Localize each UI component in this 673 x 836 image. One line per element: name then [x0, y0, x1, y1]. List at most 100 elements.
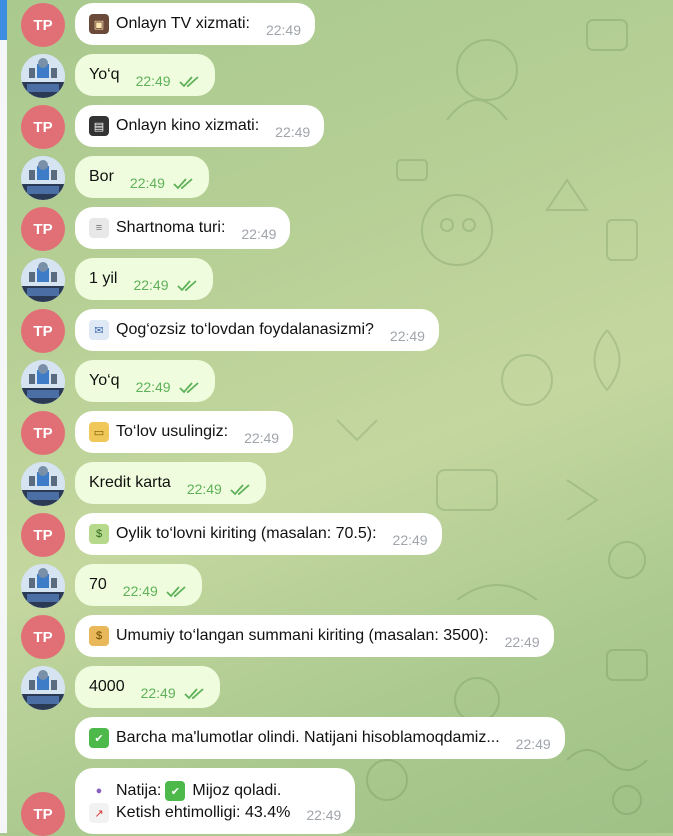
message-bubble[interactable]: 1 yil 22:49 [75, 258, 213, 300]
message-text: Barcha ma'lumotlar olindi. Natijani hiso… [116, 729, 500, 746]
incoming-message-row: TP✔Barcha ma'lumotlar olindi. Natijani h… [0, 717, 673, 767]
message-time: 22:49 [122, 583, 158, 599]
message-bubble[interactable]: 4000 22:49 [75, 666, 220, 708]
outgoing-message-row: Yo‘q 22:49 [0, 54, 673, 104]
message-bubble[interactable]: ✔ Barcha ma'lumotlar olindi. Natijani his… [75, 717, 565, 759]
message-bubble[interactable]: ✉ Qog‘ozsiz to‘lovdan foydalanasizmi? 22:4… [75, 309, 439, 351]
outgoing-message-row: Yo‘q 22:49 [0, 360, 673, 410]
incoming-message-row: TP ▭ To‘lov usulingiz: 22:49 [0, 411, 673, 461]
message-time: 22:49 [135, 73, 171, 89]
clapper-icon: ▤ [89, 116, 109, 136]
message-time: 22:49 [133, 277, 169, 293]
chart-icon: ↗ [89, 803, 109, 823]
message-bubble[interactable]: Yo‘q 22:49 [75, 54, 215, 96]
message-text: Yo‘q [89, 372, 120, 389]
outgoing-message-row: Bor 22:49 [0, 156, 673, 206]
check-mark-icon: ✔ [89, 728, 109, 748]
message-text: To‘lov usulingiz: [116, 423, 229, 440]
message-text: Natija: [116, 782, 162, 799]
message-bubble[interactable]: ● Natija: ✔ Mijoz qoladi. ↗ Ketish ehtimollig… [75, 768, 356, 834]
message-text: 4000 [89, 678, 125, 695]
message-text: Umumiy to‘langan summani kiriting (masal… [116, 627, 489, 644]
incoming-message-row: TP $ Umumiy to‘langan summani kiriting (ma… [0, 615, 673, 665]
message-bubble[interactable]: $ Umumiy to‘langan summani kiriting (masa… [75, 615, 554, 657]
message-bubble[interactable]: ▣ Onlayn TV xizmati: 22:49 [75, 3, 316, 45]
message-text: Onlayn kino xizmati: [116, 117, 260, 134]
incoming-message-row: TP ▤ Onlayn kino xizmati: 22:49 [0, 105, 673, 155]
message-time: 22:49 [140, 685, 176, 701]
check-mark-icon: ✔ [165, 781, 186, 801]
incoming-message-row: TP ≡ Shartnoma turi: 22:49 [0, 207, 673, 257]
bot-avatar[interactable]: TP [21, 309, 65, 353]
tv-icon: ▣ [89, 14, 109, 34]
user-avatar[interactable] [21, 258, 65, 302]
money-bag-icon: $ [89, 626, 109, 646]
message-text: 70 [89, 576, 107, 593]
outgoing-message-row: Kredit karta 22:49 [0, 462, 673, 512]
message-time: 22:49 [135, 379, 171, 395]
user-avatar[interactable] [21, 360, 65, 404]
message-bubble[interactable]: Bor 22:49 [75, 156, 209, 198]
incoming-message-row: TP ▣ Onlayn TV xizmati: 22:49 [0, 3, 673, 53]
message-time: 22:49 [515, 736, 551, 752]
bot-avatar[interactable]: TP [21, 207, 65, 251]
incoming-message-row: TP ● Natija: ✔ Mijoz qoladi. ↗ Ketish ehtimoll… [0, 768, 673, 836]
incoming-message-row: TP $ Oylik to‘lovni kiriting (masalan: 70.… [0, 513, 673, 563]
message-time: 22:49 [186, 481, 222, 497]
bot-avatar[interactable]: TP [21, 792, 65, 836]
message-time: 22:49 [392, 532, 428, 548]
double-check-read-icon [178, 76, 199, 88]
message-bubble[interactable]: ≡ Shartnoma turi: 22:49 [75, 207, 291, 249]
message-text: 1 yil [89, 270, 118, 287]
message-time: 22:49 [265, 22, 302, 38]
message-text: Ketish ehtimolligi: 43.4% [116, 804, 291, 821]
message-bubble[interactable]: 70 22:49 [75, 564, 202, 606]
message-text: Mijoz qoladi. [192, 782, 282, 799]
double-check-read-icon [176, 280, 197, 292]
message-time: 22:49 [275, 124, 311, 140]
message-text: Onlayn TV xizmati: [116, 15, 250, 32]
message-text: Oylik to‘lovni kiriting (masalan: 70.5): [116, 525, 377, 542]
dollar-banknote-icon: $ [89, 524, 109, 544]
double-check-read-icon [173, 178, 193, 190]
outgoing-message-row: 4000 22:49 [0, 666, 673, 716]
double-check-read-icon [178, 382, 199, 394]
message-text: Bor [89, 168, 114, 185]
message-bubble[interactable]: Kredit karta 22:49 [75, 462, 266, 504]
message-text: Yo‘q [89, 66, 120, 83]
message-text: Kredit karta [89, 474, 171, 491]
message-time: 22:49 [244, 430, 280, 446]
user-avatar[interactable] [21, 666, 65, 710]
message-time: 22:49 [129, 175, 165, 191]
user-avatar[interactable] [21, 156, 65, 200]
result-line: ● Natija: ✔ Mijoz qoladi. [89, 780, 281, 802]
double-check-read-icon [166, 586, 186, 598]
message-bubble[interactable]: Yo‘q 22:49 [75, 360, 215, 402]
user-avatar[interactable] [21, 462, 65, 506]
user-avatar[interactable] [21, 564, 65, 608]
message-time: 22:49 [389, 328, 425, 344]
message-text: Qog‘ozsiz to‘lovdan foydalanasizmi? [116, 321, 374, 338]
message-time: 22:49 [504, 634, 540, 650]
double-check-read-icon [184, 688, 204, 700]
document-icon: ≡ [89, 218, 109, 238]
message-time: 22:49 [306, 807, 342, 823]
outgoing-message-row: 1 yil 22:49 [0, 258, 673, 308]
message-bubble[interactable]: ▭ To‘lov usulingiz: 22:49 [75, 411, 294, 453]
message-bubble[interactable]: $ Oylik to‘lovni kiriting (masalan: 70.5)… [75, 513, 442, 555]
message-time: 22:49 [241, 226, 277, 242]
crystal-ball-icon: ● [95, 785, 103, 797]
double-check-read-icon [230, 484, 250, 496]
bot-avatar[interactable]: TP [21, 615, 65, 659]
incoming-message-row: TP ✉ Qog‘ozsiz to‘lovdan foydalanasizmi? 22… [0, 309, 673, 359]
probability-line: ↗ Ketish ehtimolligi: 43.4% 22:49 [89, 802, 341, 824]
bot-avatar[interactable]: TP [21, 411, 65, 455]
user-avatar[interactable] [21, 54, 65, 98]
bot-avatar[interactable]: TP [21, 513, 65, 557]
outgoing-message-row: 70 22:49 [0, 564, 673, 614]
email-icon: ✉ [89, 320, 109, 340]
credit-card-icon: ▭ [89, 422, 109, 442]
bot-avatar[interactable]: TP [21, 3, 65, 47]
bot-avatar[interactable]: TP [21, 105, 65, 149]
message-bubble[interactable]: ▤ Onlayn kino xizmati: 22:49 [75, 105, 325, 147]
